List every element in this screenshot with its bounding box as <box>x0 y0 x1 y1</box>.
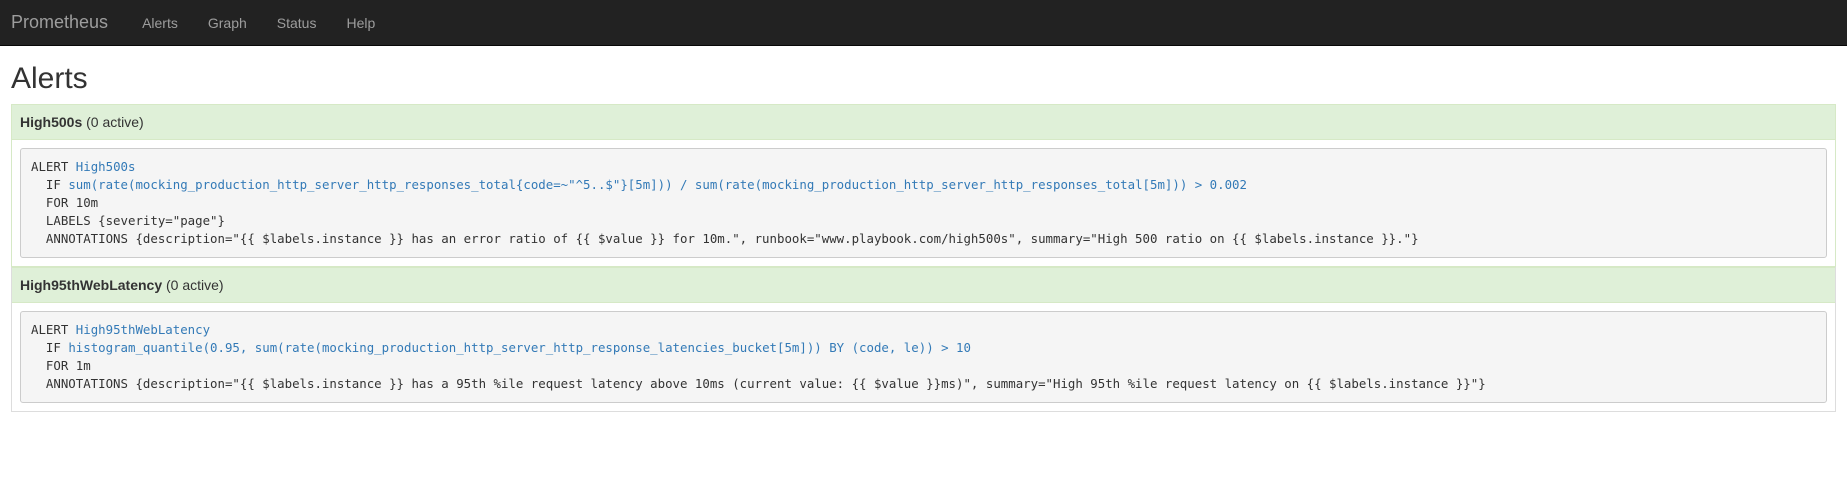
for-line: FOR 10m <box>45 195 99 210</box>
annotations-line: ANNOTATIONS {description="{{ $labels.ins… <box>45 231 1419 246</box>
alert-body: ALERT High95thWebLatency IF histogram_qu… <box>12 303 1835 411</box>
alert-body: ALERT High500s IF sum(rate(mocking_produ… <box>12 140 1835 266</box>
nav-link-help[interactable]: Help <box>331 15 390 31</box>
alert-expr-link[interactable]: sum(rate(mocking_production_http_server_… <box>68 177 1247 192</box>
alert-keyword: ALERT <box>31 159 69 174</box>
alert-panel-high95thweblatency: High95thWebLatency (0 active) ALERT High… <box>11 267 1836 412</box>
alert-name-link[interactable]: High500s <box>76 159 136 174</box>
alert-panel-high500s: High500s (0 active) ALERT High500s IF su… <box>11 104 1836 267</box>
page-title: Alerts <box>11 62 88 95</box>
for-line: FOR 1m <box>45 358 91 373</box>
labels-line: LABELS {severity="page"} <box>45 213 225 228</box>
nav-link-graph[interactable]: Graph <box>193 15 262 31</box>
alert-rule-code: ALERT High500s IF sum(rate(mocking_produ… <box>20 148 1827 258</box>
brand-link[interactable]: Prometheus <box>0 12 127 33</box>
annotations-line: ANNOTATIONS {description="{{ $labels.ins… <box>45 376 1486 391</box>
alert-name: High500s <box>20 114 83 130</box>
alert-name: High95thWebLatency <box>20 277 163 293</box>
alert-rule-code: ALERT High95thWebLatency IF histogram_qu… <box>20 311 1827 403</box>
top-navbar: Prometheus Alerts Graph Status Help <box>0 0 1847 46</box>
alert-name-link[interactable]: High95thWebLatency <box>76 322 210 337</box>
nav-link-status[interactable]: Status <box>262 15 332 31</box>
alert-active-count: (0 active) <box>166 277 224 293</box>
alert-heading-high95thweblatency[interactable]: High95thWebLatency (0 active) <box>12 267 1835 303</box>
if-keyword: IF <box>45 177 61 192</box>
alert-active-count: (0 active) <box>86 114 144 130</box>
alert-heading-high500s[interactable]: High500s (0 active) <box>12 104 1835 140</box>
alert-keyword: ALERT <box>31 322 69 337</box>
main-content: Alerts High500s (0 active) ALERT High500… <box>0 62 1847 412</box>
alert-expr-link[interactable]: histogram_quantile(0.95, sum(rate(mockin… <box>68 340 971 355</box>
if-keyword: IF <box>45 340 61 355</box>
nav-link-alerts[interactable]: Alerts <box>127 15 193 31</box>
